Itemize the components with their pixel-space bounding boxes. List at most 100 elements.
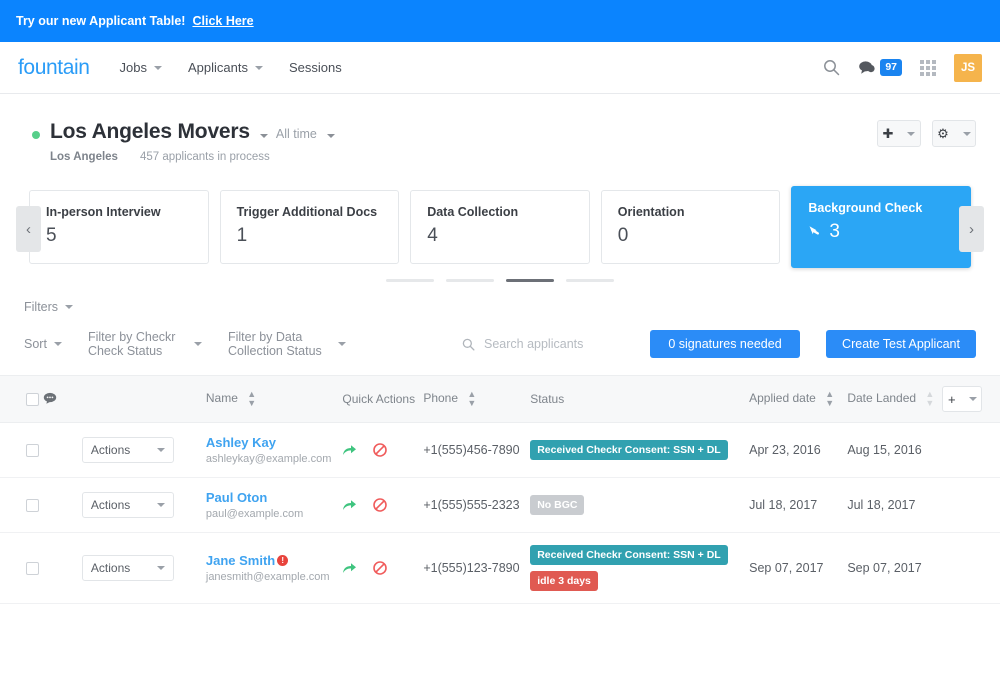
filters-dropdown[interactable]: Filters: [24, 300, 74, 314]
date-landed-header-label: Date Landed: [847, 391, 917, 406]
applied-date-column-header[interactable]: Applied date ▲ ▼: [749, 376, 847, 423]
pagination-dot-4[interactable]: [566, 279, 614, 282]
time-filter-label[interactable]: All time: [276, 127, 317, 141]
filters-row: Sort Filter by Checkr Check Status Filte…: [24, 330, 976, 358]
phone-column-header[interactable]: Phone ▲ ▼: [423, 376, 530, 423]
stage-card-orientation[interactable]: Orientation 0: [600, 190, 781, 264]
row-phone-cell: +1(555)456-7890: [423, 443, 520, 457]
alert-icon: !: [277, 555, 289, 567]
table-row[interactable]: Actions Paul Oton paul@example.com +1(55…: [0, 478, 1000, 533]
row-actions-button[interactable]: Actions: [82, 492, 175, 518]
nav-item-sessions[interactable]: Sessions: [289, 60, 342, 75]
sort-icon[interactable]: ▲ ▼: [467, 390, 476, 408]
row-phone-cell: +1(555)123-7890: [423, 561, 520, 576]
grid-apps-icon[interactable]: [920, 59, 936, 76]
applicant-name-link[interactable]: Jane Smith !: [206, 553, 289, 568]
row-actions-button[interactable]: Actions: [82, 437, 175, 463]
chevron-down-icon: [962, 131, 971, 136]
row-actions-button[interactable]: Actions: [82, 555, 175, 582]
job-header-text: Los Angeles Movers All time Los Angeles …: [50, 120, 343, 163]
job-header-buttons: ✚ ⚙: [877, 120, 976, 147]
row-checkbox[interactable]: [26, 443, 39, 457]
chat-bubble-icon: [859, 61, 875, 74]
table-row[interactable]: Actions Ashley Kay ashleykay@example.com: [0, 423, 1000, 478]
row-extra-cell: [942, 423, 1000, 478]
row-quick-actions-cell: [342, 423, 423, 478]
row-checkbox[interactable]: [26, 498, 39, 512]
row-actions-label: Actions: [90, 443, 131, 457]
nav-item-applicants[interactable]: Applicants: [188, 60, 263, 75]
reject-applicant-icon[interactable]: [373, 443, 388, 457]
stage-card-trigger-additional-docs[interactable]: Trigger Additional Docs 1: [219, 190, 400, 264]
row-applied-date-cell: Sep 07, 2017: [749, 561, 824, 576]
row-actions-cell: Actions: [82, 478, 206, 533]
stage-next-button[interactable]: ›: [959, 206, 984, 252]
search-icon[interactable]: [823, 59, 840, 76]
job-selector-chevron-down-icon[interactable]: [259, 134, 268, 138]
table-header: Name ▲ ▼ Quick Actions Phone ▲ ▼ Status Ap…: [0, 375, 1000, 423]
row-extra-cell: [942, 533, 1000, 604]
chevron-down-icon: [53, 342, 62, 346]
messages-button[interactable]: 97: [858, 59, 902, 76]
pagination-dot-1[interactable]: [386, 279, 434, 282]
search-input[interactable]: [484, 337, 624, 351]
stage-card-data-collection[interactable]: Data Collection 4: [410, 190, 590, 264]
reject-applicant-icon[interactable]: [373, 561, 388, 575]
create-test-applicant-button[interactable]: Create Test Applicant: [826, 330, 976, 358]
row-checkbox[interactable]: [26, 561, 39, 575]
checkr-status-filter-dropdown[interactable]: Filter by Checkr Check Status: [88, 330, 202, 358]
advance-applicant-icon[interactable]: [342, 499, 357, 512]
nav-item-sessions-label: Sessions: [288, 60, 342, 75]
settings-button[interactable]: ⚙: [932, 120, 976, 147]
job-subtitle: Los Angeles 457 applicants in process: [50, 151, 343, 163]
stage-card-in-person-interview[interactable]: In-person Interview 5: [29, 190, 209, 264]
applicant-email: janesmith@example.com: [205, 571, 330, 584]
row-chat-cell: [43, 478, 82, 533]
chevron-down-icon: [154, 65, 162, 70]
applicant-name: Paul Oton: [205, 490, 268, 505]
name-column-header[interactable]: Name ▲ ▼: [206, 376, 343, 423]
grid-cell: [932, 71, 936, 76]
row-chat-cell: [43, 533, 82, 604]
table-row[interactable]: Actions Jane Smith ! janesmith@example.c…: [0, 533, 1000, 604]
row-date-landed-cell: Jul 18, 2017: [847, 498, 916, 512]
select-all-checkbox[interactable]: [26, 392, 39, 406]
date-landed-column-header[interactable]: Date Landed ▲ ▼: [847, 376, 942, 423]
quick-actions-group: [342, 498, 423, 512]
pagination-dot-2[interactable]: [446, 279, 494, 282]
forward-arrow-icon: [343, 499, 357, 510]
add-column-button[interactable]: +: [942, 386, 983, 412]
grid-cell: [920, 71, 924, 76]
fountain-logo[interactable]: fountain: [18, 56, 90, 80]
applicant-name-link[interactable]: Paul Oton: [206, 490, 267, 505]
time-filter-chevron-down-icon[interactable]: [326, 134, 335, 138]
pagination-dot-3[interactable]: [506, 279, 554, 282]
stage-prev-button[interactable]: ‹: [16, 206, 41, 252]
forward-arrow-icon: [343, 444, 357, 455]
sort-icon[interactable]: ▲ ▼: [925, 390, 934, 408]
applicants-table: Name ▲ ▼ Quick Actions Phone ▲ ▼ Status Ap…: [0, 375, 1000, 604]
nav-item-jobs[interactable]: Jobs: [120, 60, 162, 75]
chevron-down-icon: [65, 305, 74, 309]
advance-applicant-icon[interactable]: [342, 444, 357, 457]
signatures-needed-button[interactable]: 0 signatures needed: [650, 330, 800, 358]
advance-applicant-icon[interactable]: [342, 562, 357, 575]
page-title: Los Angeles Movers: [50, 120, 250, 143]
status-badge: Received Checkr Consent: SSN + DL: [530, 545, 728, 566]
sort-icon[interactable]: ▲ ▼: [247, 390, 256, 408]
idle-badge: idle 3 days: [530, 571, 598, 592]
chevron-down-icon: [338, 342, 346, 346]
sort-dropdown[interactable]: Sort: [24, 337, 62, 351]
announcement-link[interactable]: Click Here: [192, 14, 253, 28]
avatar[interactable]: JS: [954, 53, 982, 82]
row-phone-cell: +1(555)555-2323: [423, 498, 520, 512]
stage-card-background-check[interactable]: Background Check 3: [791, 186, 971, 268]
applicant-name-link[interactable]: Ashley Kay: [206, 435, 276, 450]
search-applicants-box[interactable]: [462, 337, 624, 351]
add-button[interactable]: ✚: [877, 120, 921, 147]
grid-cell: [926, 59, 930, 64]
sort-icon[interactable]: ▲ ▼: [825, 390, 834, 408]
quick-actions-column-header: Quick Actions: [342, 376, 423, 423]
reject-applicant-icon[interactable]: [373, 498, 388, 512]
data-collection-status-filter-dropdown[interactable]: Filter by Data Collection Status: [228, 330, 346, 358]
